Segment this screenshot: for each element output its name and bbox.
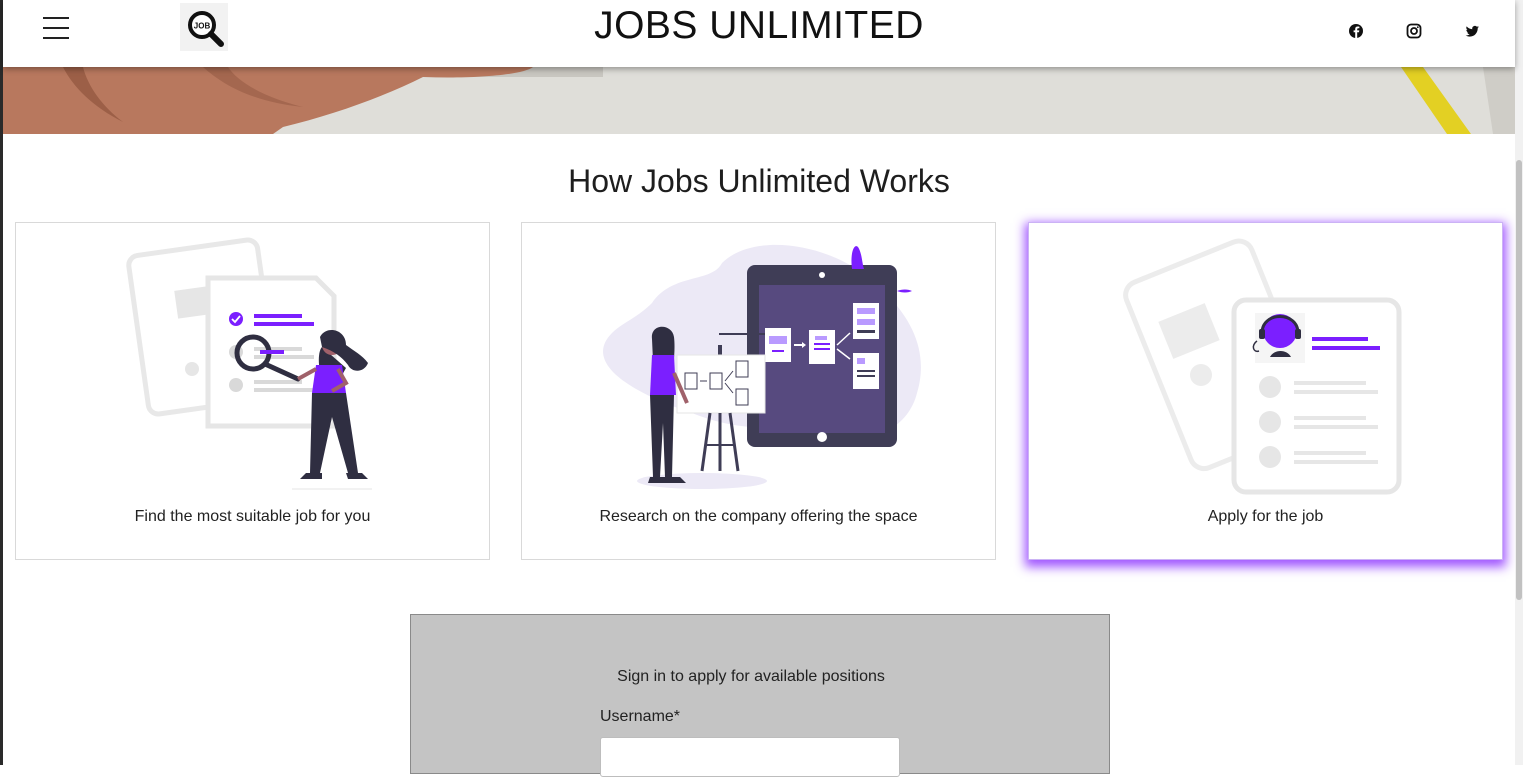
woman-presenting-flowchart-illustration (603, 244, 921, 489)
section-heading: How Jobs Unlimited Works (568, 163, 950, 199)
facebook-icon[interactable] (1345, 20, 1367, 42)
instagram-icon[interactable] (1403, 20, 1425, 42)
profile-card-applicant-illustration (1123, 238, 1402, 495)
signin-title: Sign in to apply for available positions (617, 668, 885, 685)
scrollbar-thumb[interactable] (1516, 160, 1522, 600)
top-navbar: JOB JOBS UNLIMITED (3, 0, 1515, 67)
step-card-find[interactable]: Find the most suitable job for you (15, 222, 490, 560)
step-caption: Apply for the job (1207, 508, 1324, 525)
woman-with-magnifier-illustration (126, 237, 372, 490)
twitter-icon[interactable] (1461, 20, 1483, 42)
hero-image (3, 67, 1515, 134)
step-card-research[interactable]: Research on the company offering the spa… (521, 222, 996, 560)
step-caption: Find the most suitable job for you (134, 508, 371, 525)
username-label: Username* (600, 708, 681, 725)
signin-panel: Sign in to apply for available positions… (410, 614, 1110, 777)
step-caption: Research on the company offering the spa… (599, 508, 918, 525)
scrollbar[interactable] (1515, 0, 1523, 765)
site-title[interactable]: JOBS UNLIMITED (3, 4, 1515, 48)
step-card-apply[interactable]: Apply for the job (1028, 222, 1503, 560)
username-input[interactable] (600, 737, 900, 777)
